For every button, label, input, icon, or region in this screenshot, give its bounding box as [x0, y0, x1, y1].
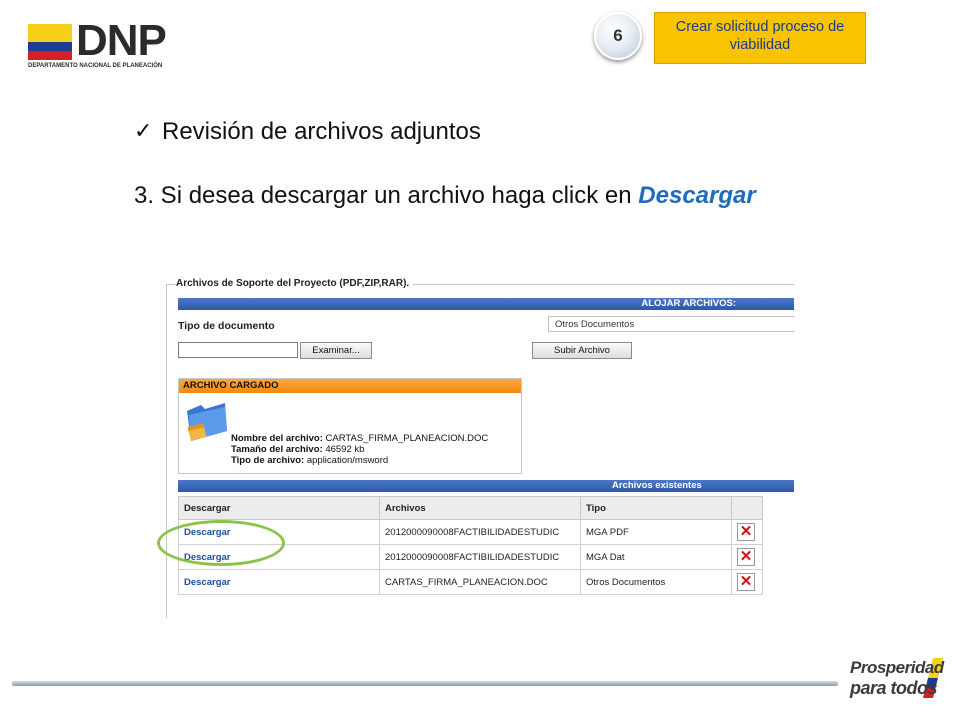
attachments-panel: Archivos de Soporte del Proyecto (PDF,ZI… [166, 272, 794, 618]
type-cell: MGA PDF [580, 519, 732, 545]
delete-icon[interactable]: ✕ [737, 523, 755, 541]
upload-file-button[interactable]: Subir Archivo [532, 342, 632, 359]
uploaded-header: ARCHIVO CARGADO [179, 379, 521, 393]
col-header-delete [731, 496, 763, 520]
file-size-label: Tamaño del archivo: [231, 444, 323, 455]
file-path-input[interactable] [178, 342, 298, 358]
delete-icon[interactable]: ✕ [737, 548, 755, 566]
file-type-label: Tipo de archivo: [231, 455, 305, 466]
type-cell: Otros Documentos [580, 569, 732, 595]
logo-subtitle: DEPARTAMENTO NACIONAL DE PLANEACIÓN [28, 63, 163, 69]
upload-bar: ALOJAR ARCHIVOS: [178, 298, 794, 310]
col-header-download: Descargar [178, 496, 380, 520]
upload-bar-label: ALOJAR ARCHIVOS: [641, 298, 736, 309]
file-name-label: Nombre del archivo: [231, 433, 323, 444]
table-header-row: Descargar Archivos Tipo [178, 496, 763, 520]
dnp-logo: DNP DEPARTAMENTO NACIONAL DE PLANEACIÓN [28, 16, 188, 70]
col-header-files: Archivos [379, 496, 581, 520]
checkmark-icon: ✓ [134, 118, 153, 143]
brand-line-1: Prosperidad [850, 658, 944, 677]
brand-line-2: para todos [850, 678, 938, 698]
step-number-badge: 6 [594, 12, 642, 60]
file-cell: CARTAS_FIRMA_PLANEACION.DOC [379, 569, 581, 595]
table-row: Descargar CARTAS_FIRMA_PLANEACION.DOC Ot… [178, 569, 763, 595]
instruction-emphasis: Descargar [638, 182, 756, 209]
file-cell: 2012000090008FACTIBILIDADESTUDIC [379, 519, 581, 545]
colombia-flag-icon [28, 24, 72, 60]
fieldset-title: Archivos de Soporte del Proyecto (PDF,ZI… [176, 278, 414, 289]
doc-type-select[interactable]: Otros Documentos [548, 316, 794, 332]
highlight-ellipse [157, 520, 285, 566]
browse-button[interactable]: Examinar... [300, 342, 372, 359]
file-info: Nombre del archivo: CARTAS_FIRMA_PLANEAC… [231, 433, 488, 466]
folder-icon [187, 403, 227, 441]
prosperidad-logo: Prosperidad para todos [850, 658, 944, 700]
col-header-type: Tipo [580, 496, 732, 520]
existing-files-bar: Archivos existentes [178, 480, 794, 492]
file-cell: 2012000090008FACTIBILIDADESTUDIC [379, 544, 581, 570]
bullet-text: Revisión de archivos adjuntos [162, 118, 481, 145]
process-title-box: Crear solicitud proceso de viabilidad [654, 12, 866, 64]
file-size-value: 46592 kb [325, 444, 365, 455]
delete-cell: ✕ [731, 569, 763, 595]
file-name-value: CARTAS_FIRMA_PLANEACION.DOC [325, 433, 489, 444]
instruction-prefix: 3. Si desea descargar un archivo haga cl… [134, 182, 639, 209]
doc-type-label: Tipo de documento [178, 320, 275, 332]
delete-icon[interactable]: ✕ [737, 573, 755, 591]
uploaded-file-box: ARCHIVO CARGADO Nombre del archivo: CART… [178, 378, 522, 474]
instruction-text: 3. Si desea descargar un archivo haga cl… [134, 182, 756, 210]
delete-cell: ✕ [731, 519, 763, 545]
download-link[interactable]: Descargar [178, 569, 380, 595]
existing-files-label: Archivos existentes [612, 480, 702, 491]
type-cell: MGA Dat [580, 544, 732, 570]
delete-cell: ✕ [731, 544, 763, 570]
logo-text: DNP [76, 16, 167, 65]
footer-divider [12, 681, 838, 686]
file-type-value: application/msword [306, 455, 389, 466]
